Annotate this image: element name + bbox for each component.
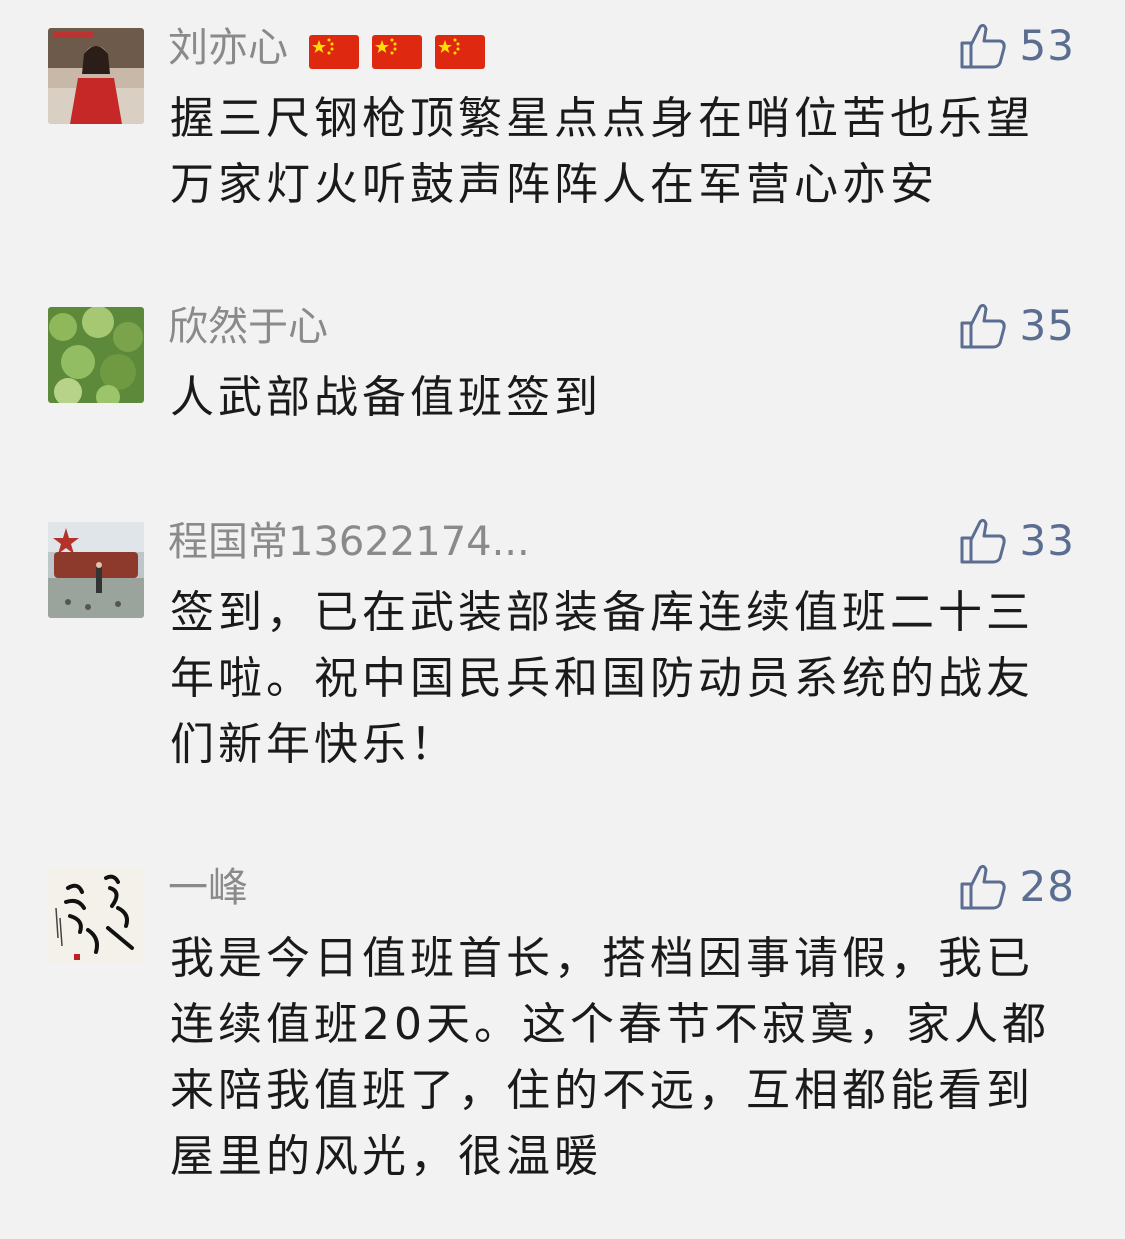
comment-text: 握三尺钢枪顶繁星点点身在哨位苦也乐望万家灯火听鼓声阵阵人在军营心亦安 bbox=[170, 93, 1034, 210]
china-flag-icon bbox=[371, 35, 422, 69]
like-button[interactable]: 53 bbox=[958, 20, 1075, 72]
comment-author: 刘亦心 bbox=[168, 24, 498, 74]
avatar[interactable] bbox=[48, 28, 144, 124]
comment-author: 一峰 bbox=[168, 865, 248, 911]
thumbs-up-icon[interactable] bbox=[958, 862, 1008, 912]
comment-text: 人武部战备值班签到 bbox=[170, 372, 602, 423]
flag-group bbox=[308, 26, 498, 74]
thumbs-up-icon[interactable] bbox=[958, 21, 1008, 71]
like-button[interactable]: 33 bbox=[958, 515, 1075, 567]
comment-author: 欣然于心 bbox=[168, 304, 328, 350]
avatar[interactable] bbox=[48, 307, 144, 403]
avatar[interactable] bbox=[48, 868, 144, 964]
like-count: 35 bbox=[1019, 301, 1075, 350]
like-count: 28 bbox=[1019, 862, 1075, 911]
thumbs-up-icon[interactable] bbox=[958, 516, 1008, 566]
like-button[interactable]: 28 bbox=[958, 861, 1075, 913]
author-name: 刘亦心 bbox=[168, 25, 288, 71]
comment-author: 程国常13622174... bbox=[168, 519, 530, 565]
like-count: 53 bbox=[1019, 21, 1075, 70]
comment-text: 我是今日值班首长，搭档因事请假，我已连续值班20天。这个春节不寂寞，家人都来陪我… bbox=[170, 933, 1050, 1182]
avatar[interactable] bbox=[48, 522, 144, 618]
comment-list: 刘亦心 53 握三尺钢枪顶繁星点点身在哨位苦也乐望万家灯火听鼓声阵阵人在军营心亦… bbox=[0, 0, 1125, 1239]
thumbs-up-icon[interactable] bbox=[958, 301, 1008, 351]
like-button[interactable]: 35 bbox=[958, 300, 1075, 352]
like-count: 33 bbox=[1019, 516, 1075, 565]
china-flag-icon bbox=[434, 35, 485, 69]
comment-text: 签到，已在武装部装备库连续值班二十三年啦。祝中国民兵和国防动员系统的战友们新年快… bbox=[170, 587, 1034, 770]
china-flag-icon bbox=[308, 35, 359, 69]
